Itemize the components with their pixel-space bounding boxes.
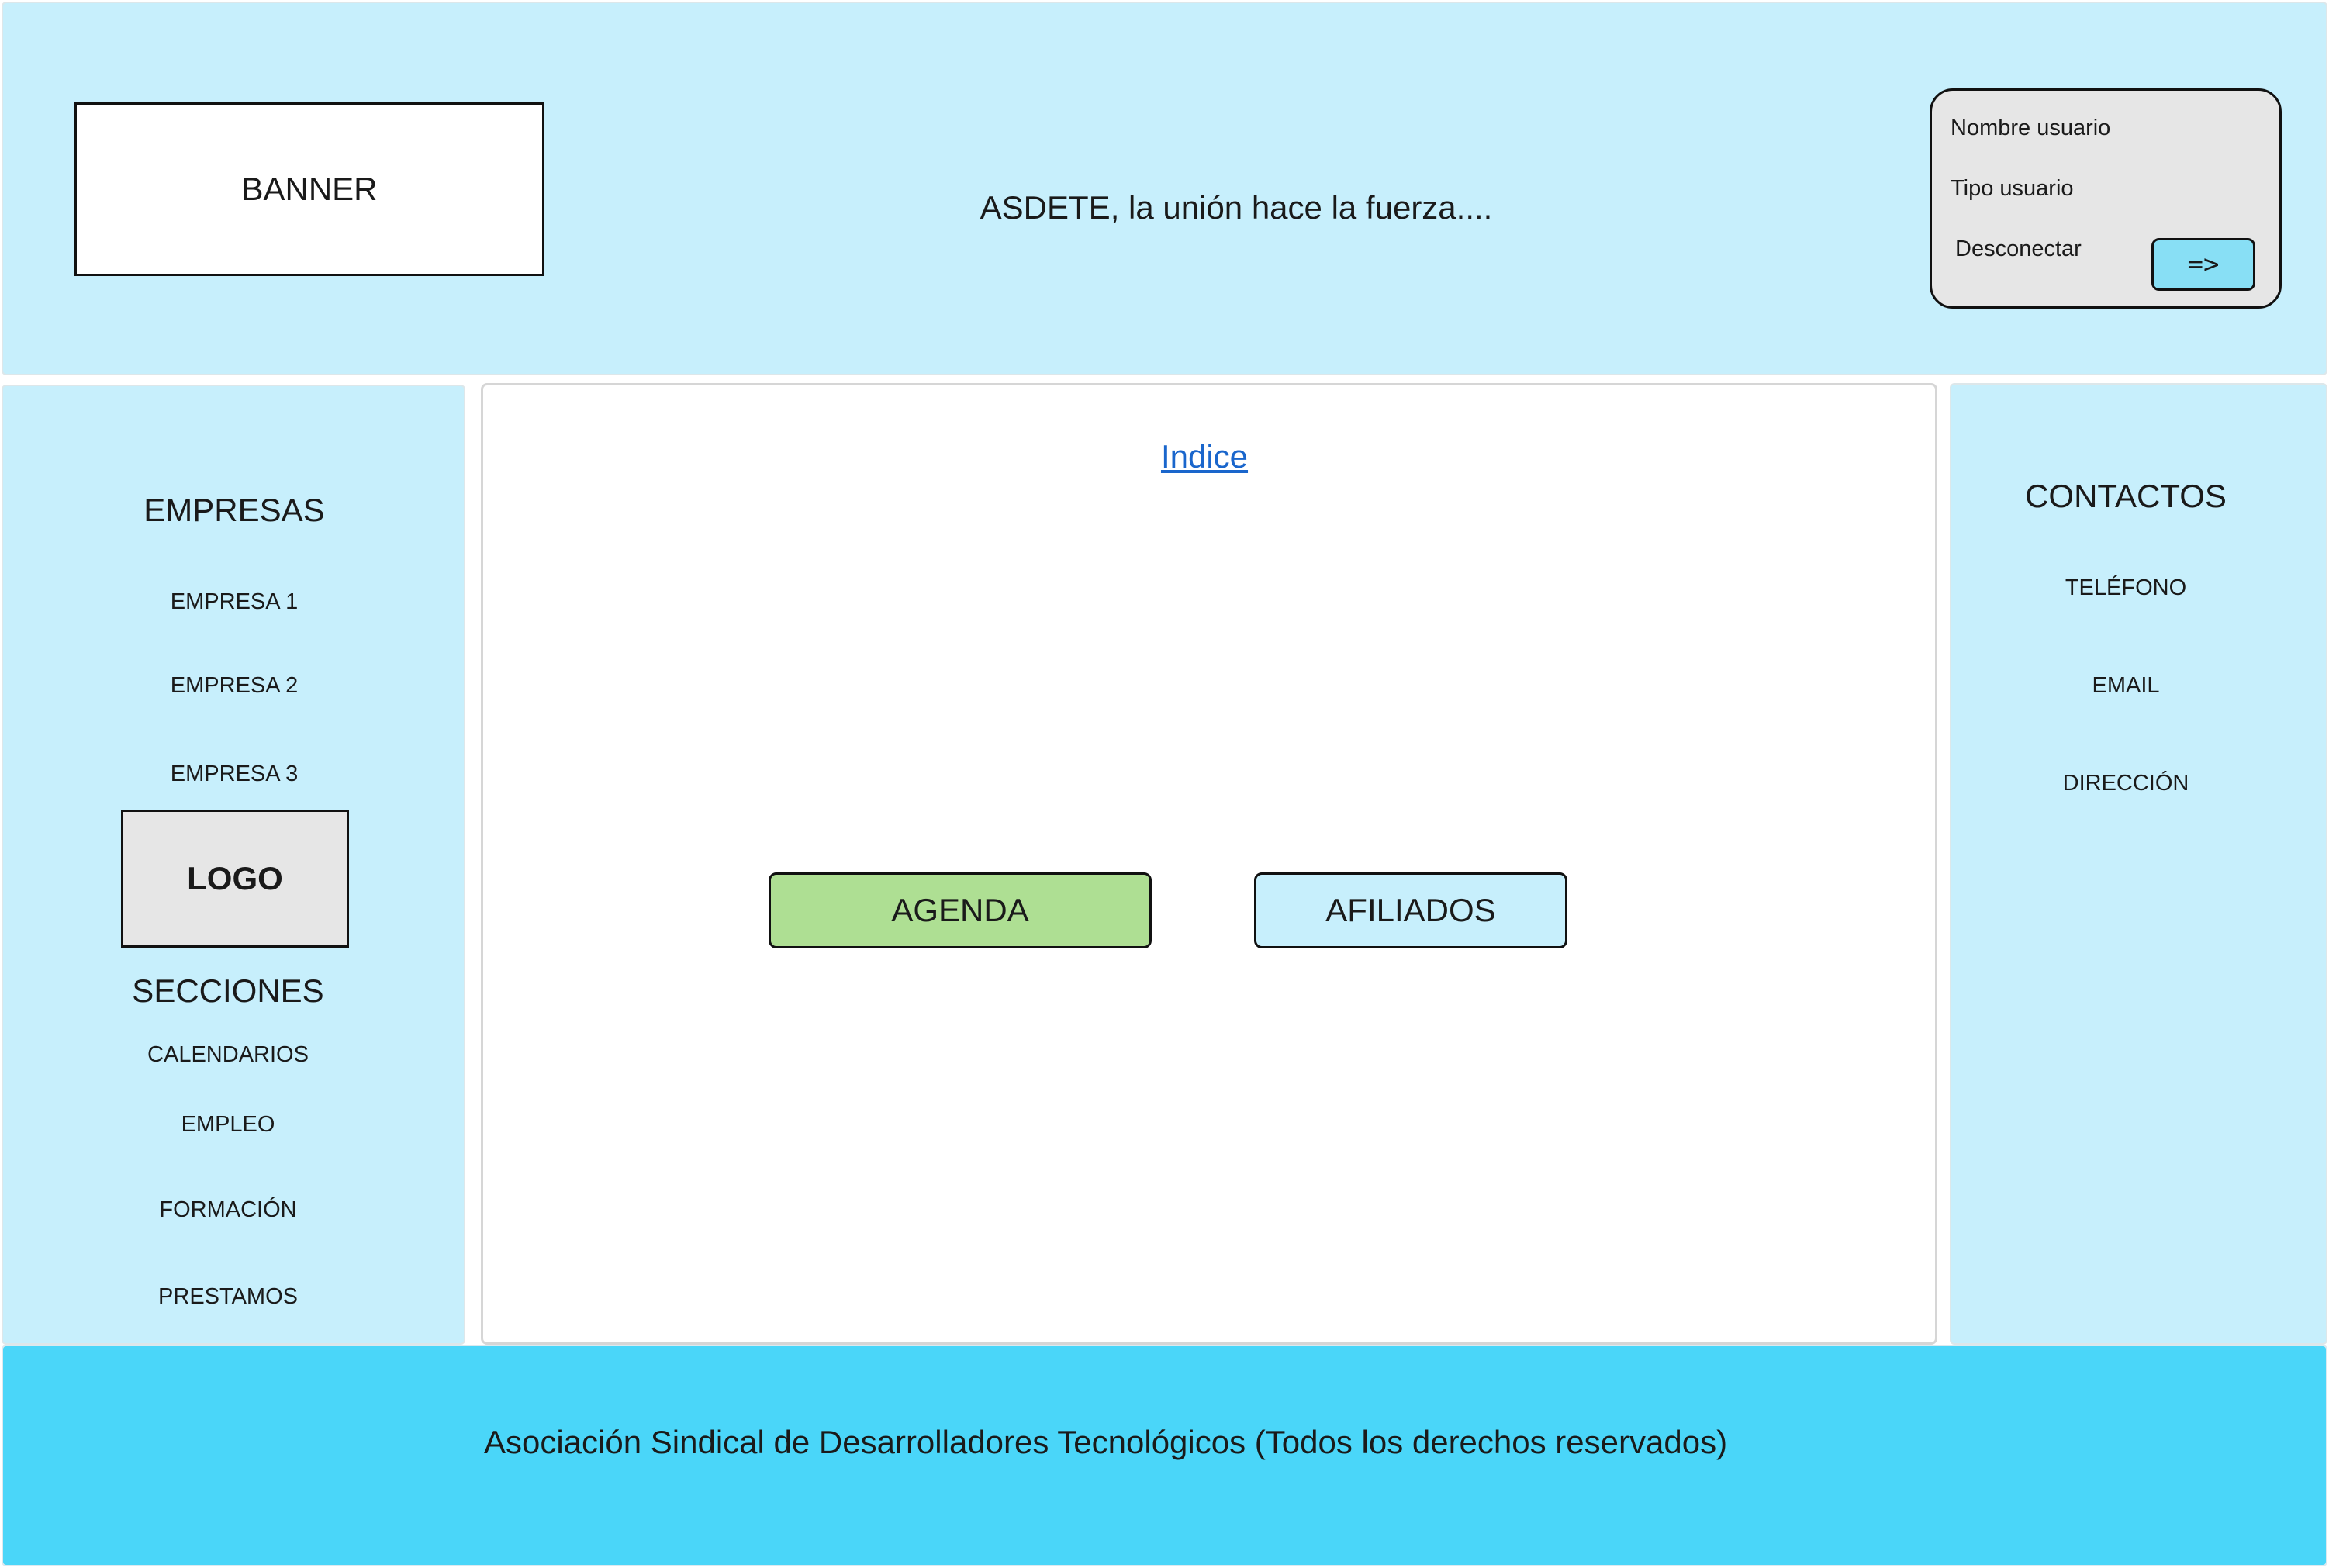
contact-item-telefono[interactable]: TELÉFONO bbox=[2065, 575, 2186, 601]
afiliados-button[interactable]: AFILIADOS bbox=[1254, 872, 1567, 948]
slogan: ASDETE, la unión hace la fuerza.... bbox=[980, 189, 1493, 226]
logout-arrow-icon: => bbox=[2187, 249, 2220, 280]
main-content: Indice AGENDA AFILIADOS bbox=[481, 383, 1937, 1345]
contacts-title: CONTACTOS bbox=[2025, 478, 2227, 514]
sections-title: SECCIONES bbox=[132, 972, 324, 1009]
banner-label: BANNER bbox=[241, 171, 378, 207]
contact-item-direccion[interactable]: DIRECCIÓN bbox=[2063, 771, 2189, 796]
logo: LOGO bbox=[121, 810, 349, 948]
agenda-button[interactable]: AGENDA bbox=[769, 872, 1152, 948]
user-type-label: Tipo usuario bbox=[1951, 176, 2074, 201]
contact-item-email[interactable]: EMAIL bbox=[2092, 673, 2159, 699]
left-sidebar: EMPRESAS EMPRESA 1 EMPRESA 2 EMPRESA 3 L… bbox=[2, 385, 465, 1345]
logo-label: LOGO bbox=[187, 860, 283, 896]
sidebar-item-empresa-3[interactable]: EMPRESA 3 bbox=[171, 762, 298, 787]
companies-title: EMPRESAS bbox=[143, 492, 325, 528]
sidebar-item-formacion[interactable]: FORMACIÓN bbox=[159, 1197, 296, 1223]
sidebar-item-empresa-2[interactable]: EMPRESA 2 bbox=[171, 673, 298, 699]
disconnect-label: Desconectar bbox=[1955, 237, 2082, 261]
index-link[interactable]: Indice bbox=[1161, 438, 1248, 475]
banner: BANNER bbox=[74, 102, 544, 276]
user-panel: Nombre usuario Tipo usuario Desconectar … bbox=[1930, 88, 2282, 309]
sidebar-item-empleo[interactable]: EMPLEO bbox=[181, 1112, 275, 1138]
right-sidebar: CONTACTOS TELÉFONO EMAIL DIRECCIÓN bbox=[1950, 383, 2327, 1345]
sidebar-item-empresa-1[interactable]: EMPRESA 1 bbox=[171, 589, 298, 615]
footer-text: Asociación Sindical de Desarrolladores T… bbox=[484, 1424, 1728, 1460]
username-label: Nombre usuario bbox=[1951, 116, 2111, 140]
logout-button[interactable]: => bbox=[2151, 238, 2255, 291]
footer: Asociación Sindical de Desarrolladores T… bbox=[2, 1345, 2327, 1566]
header: BANNER ASDETE, la unión hace la fuerza..… bbox=[2, 2, 2327, 375]
sidebar-item-calendarios[interactable]: CALENDARIOS bbox=[147, 1042, 309, 1068]
sidebar-item-prestamos[interactable]: PRESTAMOS bbox=[158, 1284, 298, 1310]
